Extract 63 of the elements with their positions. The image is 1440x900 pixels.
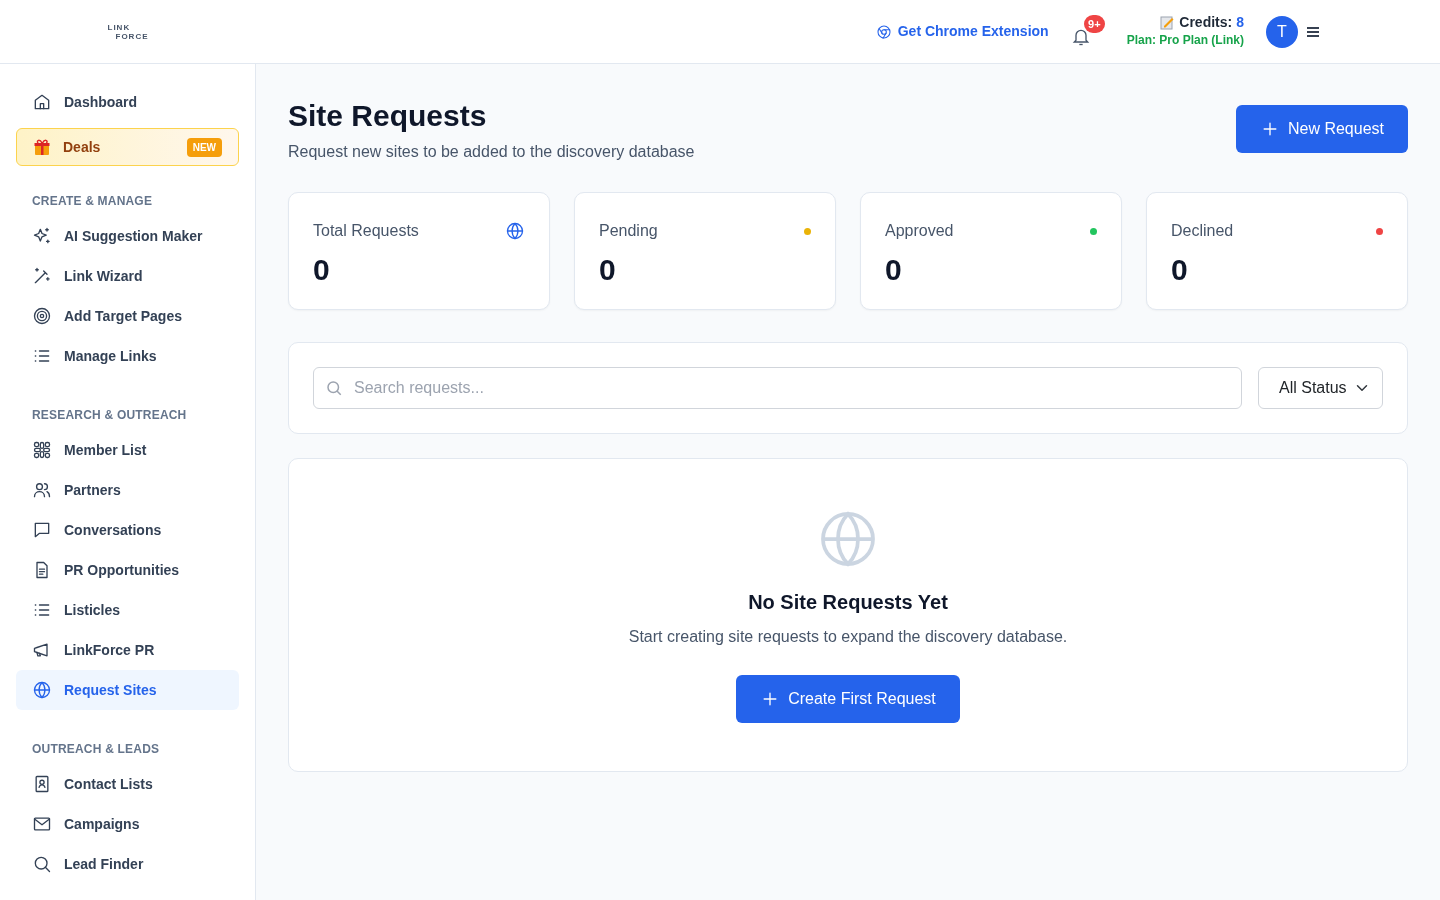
sidebar-item[interactable]: Member List: [16, 430, 239, 470]
stat-value: 0: [599, 252, 617, 288]
section-heading: OUTREACH & LEADS: [31, 741, 161, 758]
logo-text: LINK: [107, 22, 132, 32]
chat-bubble-icon: [32, 520, 52, 540]
globe-icon: [818, 509, 878, 569]
sidebar-item[interactable]: Dashboard: [16, 82, 239, 122]
sidebar-item[interactable]: Conversations: [16, 510, 239, 550]
sidebar-item[interactable]: AI Suggestion Maker: [16, 216, 239, 256]
globe-icon: [505, 221, 525, 241]
stat-value: 0: [1171, 252, 1189, 288]
chrome-icon: [875, 23, 892, 40]
sparkles-icon: [32, 226, 52, 246]
status-dropdown[interactable]: All Status: [1258, 367, 1383, 409]
search-field[interactable]: Search requests...: [313, 367, 1242, 409]
search-icon: [32, 854, 52, 874]
chrome-extension-link[interactable]: Get Chrome Extension: [875, 21, 1049, 42]
page-subtitle: Request new sites to be added to the discovery database: [288, 142, 695, 162]
sidebar-item[interactable]: Campaigns: [16, 804, 239, 844]
stat-value: 0: [885, 252, 903, 288]
empty-state-text: Start creating site requests to expand the discovery database.: [627, 627, 1069, 647]
new-badge: NEW: [186, 137, 222, 157]
magic-wand-icon: [32, 266, 52, 286]
house-icon: [32, 92, 52, 112]
sidebar-item[interactable]: Link Wizard: [16, 256, 239, 296]
bell-icon: [1070, 27, 1091, 48]
section-heading: RESEARCH & OUTREACH: [31, 407, 188, 424]
sidebar-item[interactable]: PR Opportunities: [16, 550, 239, 590]
logo[interactable]: LINK FORCE: [107, 22, 149, 41]
create-request-button[interactable]: Create First Request: [736, 675, 960, 723]
gift-icon: [33, 138, 51, 156]
stat-value: 0: [313, 252, 331, 288]
memo-icon: [1159, 14, 1176, 31]
notification-count: 9+: [1084, 14, 1105, 33]
sidebar-item[interactable]: Partners: [16, 470, 239, 510]
section-heading: CREATE & MANAGE: [31, 193, 154, 210]
logo-text: FORCE: [114, 31, 149, 41]
grid-icon: [32, 440, 52, 460]
sidebar-item[interactable]: Contact Lists: [16, 764, 239, 804]
new-request-button[interactable]: New Request: [1235, 105, 1408, 153]
sidebar-item[interactable]: LinkForce PR: [16, 630, 239, 670]
sidebar-item[interactable]: Lead Finder: [16, 844, 239, 884]
empty-state-title: No Site Requests Yet: [747, 590, 949, 615]
globe-icon: [32, 680, 52, 700]
credits-label: Credits:: [1179, 14, 1233, 31]
page-title: Site Requests: [288, 98, 488, 134]
user-avatar[interactable]: T: [1266, 15, 1298, 48]
sidebar-item[interactable]: Add Target Pages: [16, 296, 239, 336]
stat-label: Declined: [1171, 221, 1234, 241]
menu-icon[interactable]: [1306, 25, 1320, 38]
sidebar-item[interactable]: Listicles: [16, 590, 239, 630]
plan-text: Plan: Pro Plan (Link): [1126, 32, 1244, 49]
users-icon: [32, 480, 52, 500]
notifications-button[interactable]: 9+: [1070, 14, 1105, 49]
stat-label: Approved: [885, 221, 954, 241]
credits-value: 8: [1236, 14, 1244, 31]
stat-label: Pending: [599, 221, 658, 241]
sidebar-item[interactable]: Manage Links: [16, 336, 239, 376]
sidebar-item[interactable]: Request Sites: [16, 670, 239, 710]
search-icon: [325, 379, 343, 397]
stat-label: Total Requests: [313, 221, 419, 241]
sidebar-item[interactable]: Deals NEW: [16, 128, 239, 166]
target-icon: [32, 306, 52, 326]
